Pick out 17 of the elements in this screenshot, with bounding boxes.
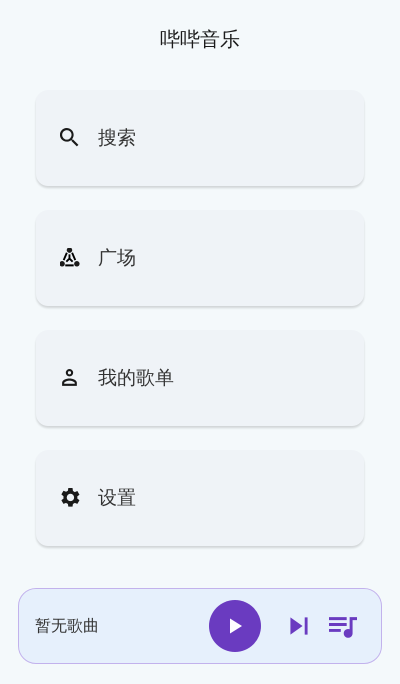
menu-label: 广场: [98, 246, 136, 271]
menu-label: 我的歌单: [98, 366, 174, 391]
menu-card[interactable]: 搜索: [36, 90, 364, 186]
menu-card[interactable]: 设置: [36, 450, 364, 546]
app-title: 哔哔音乐: [160, 26, 240, 52]
menu-card[interactable]: 我的歌单: [36, 330, 364, 426]
menu-card[interactable]: 广场: [36, 210, 364, 306]
now-playing-text: 暂无歌曲: [35, 616, 100, 636]
skip-next-icon[interactable]: [289, 616, 309, 636]
search-icon: [60, 128, 80, 148]
play-button[interactable]: [209, 600, 261, 652]
network-icon: [60, 248, 80, 268]
gear-icon: [60, 488, 80, 508]
menu-label: 搜索: [98, 126, 136, 151]
playlist-icon[interactable]: [329, 614, 357, 638]
person-icon: [60, 368, 80, 388]
menu-label: 设置: [98, 486, 136, 511]
